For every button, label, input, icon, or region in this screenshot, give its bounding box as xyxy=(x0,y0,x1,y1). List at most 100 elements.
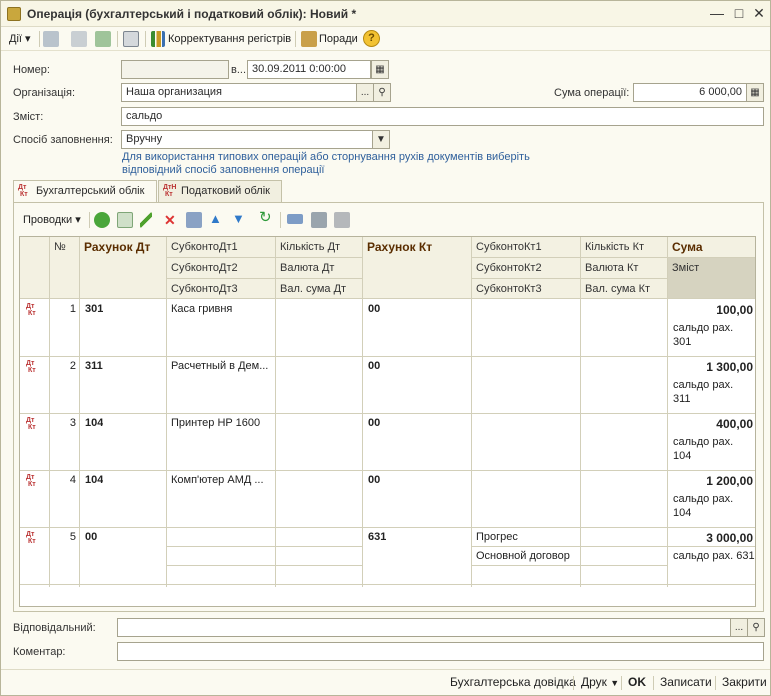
unpost-document-icon[interactable] xyxy=(71,31,87,47)
dt-kt-tax-icon: ДтН Кт xyxy=(163,184,177,198)
toolbar-separator xyxy=(280,212,281,228)
close-button[interactable]: Закрити xyxy=(722,675,767,689)
posting-memo-line2: 301 xyxy=(673,336,692,348)
help-icon[interactable]: ? xyxy=(363,30,380,47)
debit-account: 00 xyxy=(85,531,98,543)
organization-field[interactable]: Наша организация xyxy=(121,83,357,102)
fill-method-select[interactable]: Вручну xyxy=(121,130,373,149)
dt-kt-icon: Дт Кт xyxy=(26,531,36,545)
grid-header-currency-dt: Валюта Дт xyxy=(276,258,363,279)
date-field[interactable]: 30.09.2011 0:00:00 xyxy=(247,60,371,79)
toolbar-separator xyxy=(117,31,118,47)
save-button[interactable]: Записати xyxy=(660,675,712,689)
copy-row-icon[interactable] xyxy=(117,212,133,228)
grid-header-qty-dt: Кількість Дт xyxy=(276,237,363,258)
chevron-down-icon: ▼ xyxy=(610,678,620,688)
amount-field[interactable]: 6 000,00 xyxy=(633,83,747,102)
posting-memo-line2: 311 xyxy=(673,393,691,405)
grid-header-number: № xyxy=(50,237,80,299)
report-icon[interactable] xyxy=(123,31,139,47)
minimize-button[interactable]: — xyxy=(709,5,725,21)
organization-label: Організація: xyxy=(13,87,75,99)
copy-document-icon[interactable] xyxy=(95,31,111,47)
fill-method-label: Спосіб заповнення: xyxy=(13,134,113,146)
footer-separator xyxy=(621,676,622,690)
edit-row-icon[interactable] xyxy=(140,212,152,228)
subconto-dt1: Каса гривня xyxy=(171,303,233,315)
subconto-kt2: Основной договор xyxy=(476,550,570,562)
chevron-down-icon[interactable]: ▼ xyxy=(372,130,390,149)
grid-header-subconto-dt3: СубконтоДт3 xyxy=(167,279,276,299)
maximize-button[interactable]: □ xyxy=(731,5,747,21)
number-field[interactable] xyxy=(121,60,229,79)
posting-memo-line1: сальдо рах. xyxy=(673,436,734,448)
postings-menu-button[interactable]: Проводки ▾ xyxy=(23,211,81,229)
posting-sum: 400,00 xyxy=(716,417,753,431)
grid-col-divider xyxy=(362,299,363,587)
footer-bar: Бухгалтерська довідка Друк ▼ OK Записати… xyxy=(1,669,770,695)
comment-label: Коментар: xyxy=(13,646,66,658)
grid-col-divider xyxy=(49,299,50,587)
grid-header-sum: Сума xyxy=(668,237,755,258)
select-responsible-button[interactable]: ... xyxy=(730,618,748,637)
grid-row-divider xyxy=(20,356,755,357)
credit-account: 00 xyxy=(368,303,381,315)
responsible-label: Відповідальний: xyxy=(13,622,96,634)
amount-label: Сума операції: xyxy=(554,87,630,99)
comment-field[interactable] xyxy=(117,642,764,661)
subconto-dt1: Комп'ютер АМД ... xyxy=(171,474,264,486)
tab-accounting[interactable]: Дт Кт Бухгалтерський облік xyxy=(13,180,157,203)
select-organization-button[interactable]: ... xyxy=(356,83,374,102)
refresh-icon[interactable]: ↻ xyxy=(259,209,272,227)
content-label: Зміст: xyxy=(13,111,44,123)
correct-registers-button[interactable]: Корректування регістрів xyxy=(168,30,291,48)
footer-separator xyxy=(573,676,574,690)
tips-button[interactable]: Поради xyxy=(319,30,358,48)
grid-header-subconto-kt2: СубконтоКт2 xyxy=(472,258,581,279)
content-field[interactable]: сальдо xyxy=(121,107,764,126)
posting-memo-line2: 104 xyxy=(673,507,692,519)
credit-account: 00 xyxy=(368,360,381,372)
grid-col-divider xyxy=(275,299,276,587)
footer-separator xyxy=(653,676,654,690)
filter-icon[interactable] xyxy=(311,212,327,228)
debit-account: 104 xyxy=(85,474,104,486)
grid-row-divider xyxy=(20,527,755,528)
calendar-icon[interactable]: ▦ xyxy=(371,60,389,79)
toolbar-separator xyxy=(295,31,296,47)
delete-row-icon[interactable]: ✕ xyxy=(164,211,176,229)
tips-icon xyxy=(301,31,317,47)
search-icon[interactable]: ⚲ xyxy=(373,83,391,102)
calculator-icon[interactable]: ▦ xyxy=(746,83,764,102)
end-edit-icon[interactable] xyxy=(186,212,202,228)
posting-sum: 100,00 xyxy=(716,303,753,317)
toolbar-separator xyxy=(39,31,40,47)
add-row-icon[interactable] xyxy=(94,212,110,228)
move-down-icon[interactable]: ▼ xyxy=(232,210,245,228)
printer-icon[interactable] xyxy=(334,212,350,228)
post-document-icon[interactable] xyxy=(43,31,59,47)
search-icon[interactable]: ⚲ xyxy=(747,618,765,637)
close-window-button[interactable]: ✕ xyxy=(751,5,767,21)
row-number: 3 xyxy=(69,417,76,429)
grid-header-icon-col xyxy=(20,237,50,299)
row-number: 1 xyxy=(69,303,76,315)
tab-tax[interactable]: ДтН Кт Податковий облік xyxy=(158,180,282,202)
footer-separator xyxy=(715,676,716,690)
grid-subrow-divider xyxy=(472,546,668,547)
grid-row-divider xyxy=(20,470,755,471)
subconto-dt1: Расчетный в Дем... xyxy=(171,360,269,372)
grid-col-divider xyxy=(580,299,581,587)
move-up-icon[interactable]: ▲ xyxy=(209,210,222,228)
number-label: Номер: xyxy=(13,64,50,76)
registers-icon xyxy=(151,31,165,47)
grid-header-subconto-dt2: СубконтоДт2 xyxy=(167,258,276,279)
actions-menu-button[interactable]: Дії ▾ xyxy=(9,30,31,48)
ok-button[interactable]: OK xyxy=(628,675,646,689)
credit-account: 631 xyxy=(368,531,387,543)
dt-kt-icon: Дт Кт xyxy=(26,360,36,374)
responsible-field[interactable] xyxy=(117,618,731,637)
print-menu-button[interactable]: Друк ▼ xyxy=(581,675,619,689)
accounting-reference-button[interactable]: Бухгалтерська довідка xyxy=(450,675,576,689)
clear-icon[interactable] xyxy=(287,214,303,224)
